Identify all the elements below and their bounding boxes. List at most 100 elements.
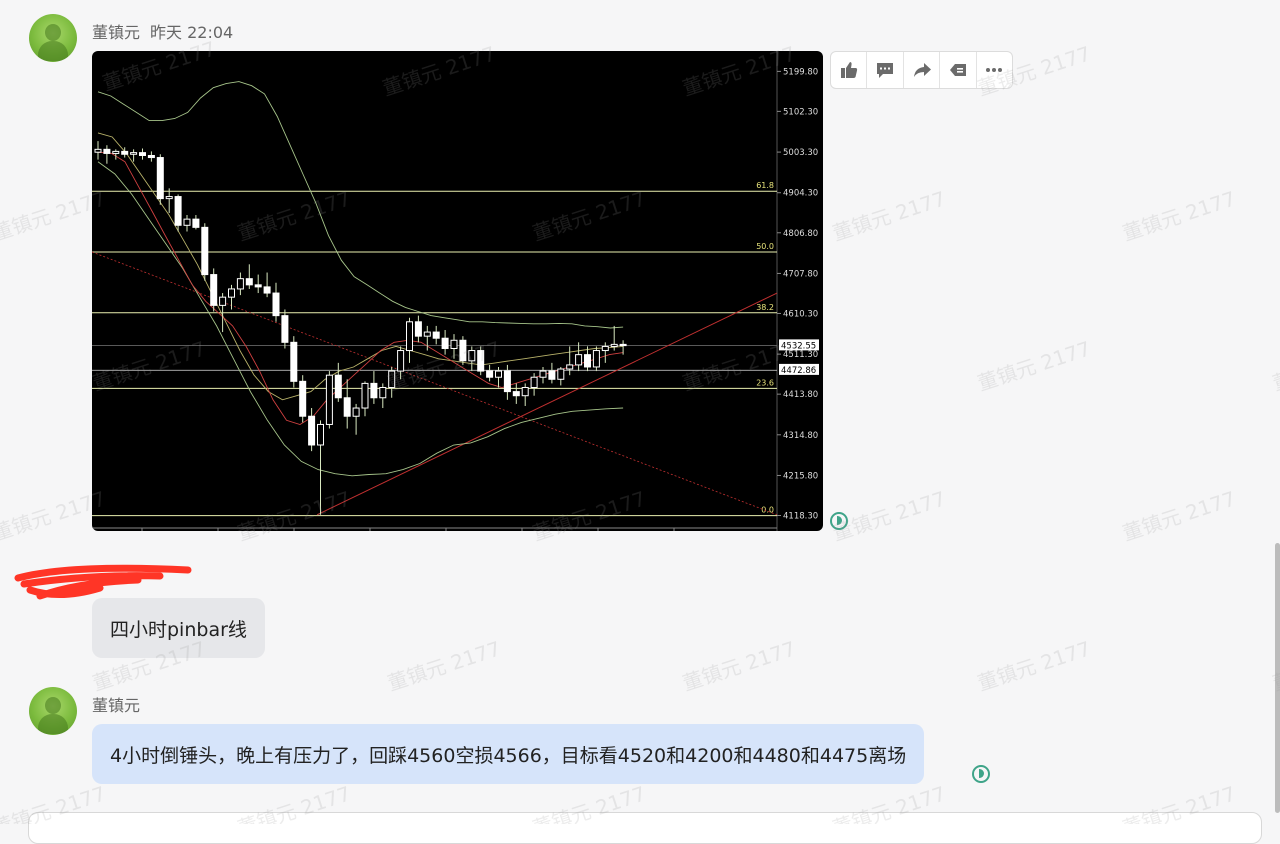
watermark-text: 董镇元 2177	[1119, 486, 1239, 546]
candle-body	[165, 196, 173, 200]
candle-body	[94, 148, 102, 153]
more-icon	[986, 68, 1003, 72]
y-tick-label: 4215.80	[783, 471, 818, 481]
candle-body	[575, 354, 583, 366]
candle-body	[388, 370, 396, 388]
candle-body	[272, 292, 280, 317]
read-status-icon	[972, 765, 990, 783]
trendline-down	[92, 251, 778, 516]
read-status-icon	[830, 512, 848, 530]
watermark-text: 董镇元 2177	[384, 636, 504, 696]
quote-icon	[949, 64, 966, 76]
candle-body	[441, 337, 449, 349]
candle-body	[361, 382, 369, 409]
candle-body	[228, 288, 235, 298]
more-button[interactable]	[977, 52, 1012, 88]
message-bubble[interactable]: 4小时倒锤头，晚上有压力了，回踩4560空损4566，目标看4520和4200和…	[92, 724, 925, 784]
candle-body	[139, 152, 146, 156]
fib-level-label: 61.8	[756, 181, 774, 190]
candle-body	[334, 374, 342, 399]
message-time: 昨天 22:04	[150, 23, 234, 42]
message-action-bar	[830, 51, 1013, 89]
candle-body	[557, 368, 565, 380]
quote-button[interactable]	[940, 52, 977, 88]
sender-name: 董镇元	[92, 696, 141, 715]
forward-icon	[913, 63, 931, 77]
candle-body	[103, 148, 111, 154]
candle-body	[201, 226, 209, 276]
trendline-up	[316, 292, 778, 516]
candle-body	[299, 380, 307, 417]
fib-level-label: 23.6	[756, 378, 774, 387]
watermark-text: 董镇元 2177	[829, 186, 949, 246]
y-tick-label: 4314.80	[783, 431, 818, 441]
candle-body	[477, 350, 485, 372]
candle-body	[548, 370, 556, 380]
candlestick-chart: 5199.80 5102.30 5003.30 4904.30 4806.80 4707.…	[92, 51, 819, 531]
price-tag-label: 4472.86	[781, 366, 816, 376]
candle-body	[414, 321, 422, 337]
y-tick-label: 4118.30	[783, 511, 818, 521]
candle-body	[130, 152, 138, 155]
y-tick-label: 4511.30	[783, 350, 818, 360]
sender-name: 董镇元	[92, 23, 141, 42]
candle-body	[308, 415, 316, 446]
candle-body	[423, 331, 431, 337]
candle-body	[325, 374, 333, 425]
candle-body	[174, 196, 182, 226]
candle-body	[539, 370, 547, 378]
watermark-text: 董镇元 2177	[829, 486, 949, 546]
candle-body	[521, 386, 529, 397]
candle-body	[619, 343, 627, 347]
candle-body	[495, 370, 502, 378]
candle-body	[317, 423, 324, 446]
bollinger-mid	[97, 132, 624, 401]
watermark-text: 董镇元 2177	[679, 636, 799, 696]
candle-body	[290, 341, 298, 382]
candle-body	[610, 343, 618, 347]
candle-body	[263, 286, 271, 294]
candle-body	[210, 274, 218, 306]
candle-body	[566, 364, 574, 370]
chart-image[interactable]: 5199.80 5102.30 5003.30 4904.30 4806.80 4707.…	[92, 51, 823, 531]
candle-body	[379, 386, 387, 399]
y-tick-label: 4904.30	[783, 189, 818, 199]
candle-body	[468, 350, 476, 362]
candle-body	[450, 339, 458, 349]
comment-button[interactable]	[867, 52, 904, 88]
y-tick-label: 5102.30	[783, 107, 818, 117]
y-tick-label: 4610.30	[783, 309, 818, 319]
candle-body	[192, 218, 200, 228]
fib-level-label: 38.2	[756, 303, 774, 312]
candle-body	[121, 150, 129, 155]
watermark-text: 董镇元 2177	[1119, 186, 1239, 246]
candle-body	[352, 407, 360, 417]
candle-body	[406, 321, 413, 352]
comment-icon	[877, 63, 894, 78]
forward-button[interactable]	[904, 52, 941, 88]
y-tick-label: 4707.80	[783, 269, 818, 279]
candle-body	[512, 391, 520, 397]
candle-body	[503, 370, 511, 393]
candle-body	[370, 382, 378, 399]
candle-body	[530, 376, 538, 388]
candle-body	[432, 331, 440, 339]
message-text: 四小时pinbar线	[110, 618, 247, 641]
like-button[interactable]	[831, 52, 868, 88]
candle-body	[343, 397, 351, 417]
scrollbar[interactable]	[1275, 543, 1280, 813]
fib-level-label: 50.0	[756, 242, 774, 251]
candle-body	[183, 218, 191, 226]
message-text: 4小时倒锤头，晚上有压力了，回踩4560空损4566，目标看4520和4200和…	[110, 744, 907, 767]
message-input-box[interactable]	[28, 812, 1262, 844]
message-meta: 董镇元 昨天 22:04	[92, 19, 233, 43]
message-bubble[interactable]: 四小时pinbar线	[92, 598, 265, 658]
y-tick-label: 5199.80	[783, 67, 818, 77]
avatar[interactable]	[29, 14, 77, 62]
avatar[interactable]	[29, 687, 77, 735]
y-tick-label: 4806.80	[783, 229, 818, 239]
candle-body	[156, 157, 164, 200]
candle-body	[112, 150, 120, 154]
y-tick-label: 5003.30	[783, 148, 818, 158]
candle-body	[236, 278, 244, 290]
